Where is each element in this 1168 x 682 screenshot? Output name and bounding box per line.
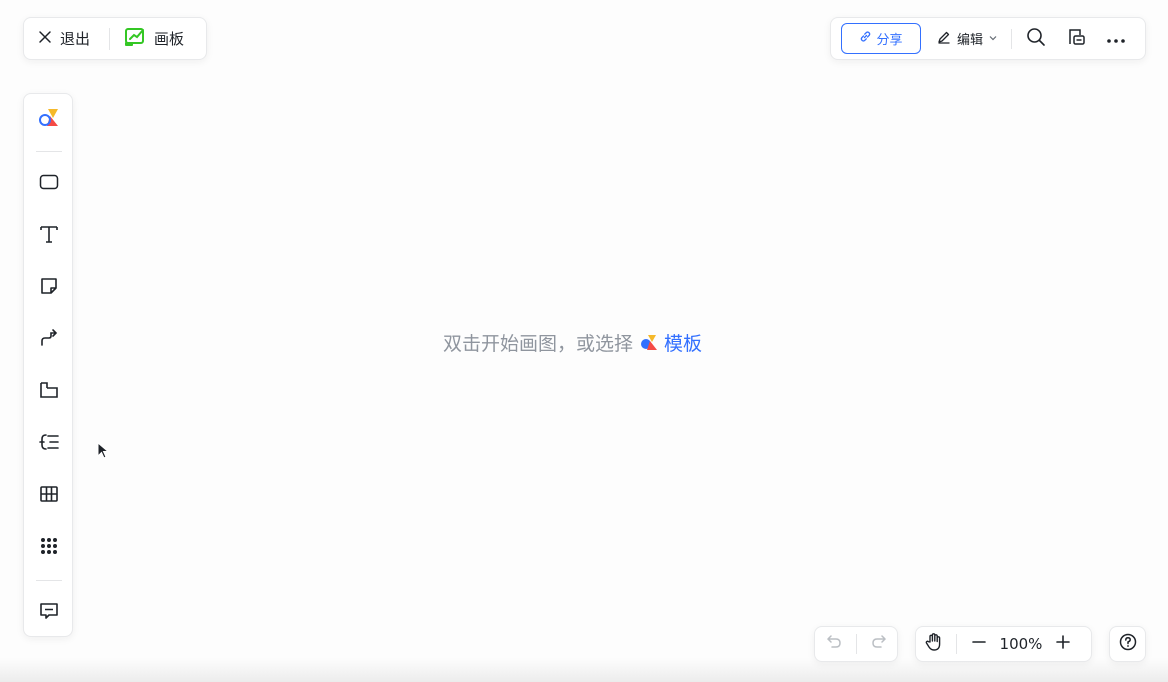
connector-tool[interactable] [34, 325, 64, 355]
help-button[interactable] [1109, 626, 1146, 662]
table-icon [39, 484, 59, 508]
shapes-library-icon [38, 106, 60, 132]
top-right-panel: 分享 编辑 [830, 17, 1146, 60]
undo-button[interactable] [820, 630, 848, 658]
hint-text: 双击开始画图，或选择 [443, 332, 634, 355]
history-panel [814, 626, 898, 662]
toolbar-divider [36, 151, 62, 152]
comment-tool[interactable] [34, 598, 64, 628]
shapes-library-tool[interactable] [34, 104, 64, 134]
empty-canvas-hint: 双击开始画图，或选择 模板 [443, 329, 702, 355]
search-icon [1026, 27, 1046, 51]
board-icon [124, 26, 146, 52]
divider [1011, 28, 1013, 49]
sticky-note-icon [39, 276, 59, 300]
hand-tool-button[interactable] [920, 630, 948, 658]
board-title[interactable]: 画板 [110, 18, 184, 59]
share-label: 分享 [876, 33, 903, 48]
redo-icon [870, 633, 888, 655]
undo-icon [825, 633, 843, 655]
zoom-in-icon [1055, 634, 1071, 654]
comment-doc-icon [1066, 27, 1086, 51]
frame-icon [39, 380, 59, 404]
mindmap-tool[interactable] [34, 429, 64, 459]
divider [956, 634, 957, 654]
top-left-panel: 退出 画板 [23, 17, 207, 60]
more-icon [1106, 29, 1126, 48]
link-icon [859, 30, 872, 47]
exit-label: 退出 [60, 30, 91, 48]
chevron-down-icon [989, 31, 997, 46]
more-button[interactable] [1102, 25, 1130, 53]
rectangle-icon [39, 174, 59, 194]
edit-label: 编辑 [957, 33, 984, 48]
toolbar-divider [36, 580, 62, 581]
divider [856, 634, 857, 654]
comments-panel-button[interactable] [1062, 25, 1090, 53]
comment-icon [39, 601, 59, 625]
text-icon [39, 224, 59, 248]
share-button[interactable]: 分享 [841, 23, 921, 54]
exit-button[interactable]: 退出 [24, 18, 109, 59]
mindmap-icon [39, 432, 59, 456]
zoom-out-button[interactable] [965, 630, 993, 658]
edit-mode-dropdown[interactable]: 编辑 [937, 29, 997, 48]
pencil-icon [937, 30, 951, 48]
more-tools[interactable] [34, 533, 64, 563]
connector-icon [39, 328, 59, 352]
more-tools-icon [39, 536, 59, 560]
zoom-in-button[interactable] [1049, 630, 1077, 658]
zoom-level[interactable]: 100% [993, 635, 1049, 653]
rectangle-tool[interactable] [34, 169, 64, 199]
mouse-cursor-icon [97, 441, 110, 464]
sticky-note-tool[interactable] [34, 273, 64, 303]
board-label: 画板 [154, 30, 185, 48]
text-tool[interactable] [34, 221, 64, 251]
hand-icon [924, 632, 944, 656]
search-button[interactable] [1022, 25, 1050, 53]
template-link[interactable]: 模板 [664, 329, 702, 356]
close-icon [38, 29, 52, 48]
left-toolbar [23, 93, 73, 637]
redo-button[interactable] [865, 630, 893, 658]
zoom-out-icon [971, 634, 987, 654]
help-icon [1119, 633, 1137, 655]
table-tool[interactable] [34, 481, 64, 511]
zoom-panel: 100% [915, 626, 1092, 662]
frame-tool[interactable] [34, 377, 64, 407]
template-icon[interactable] [639, 332, 659, 352]
